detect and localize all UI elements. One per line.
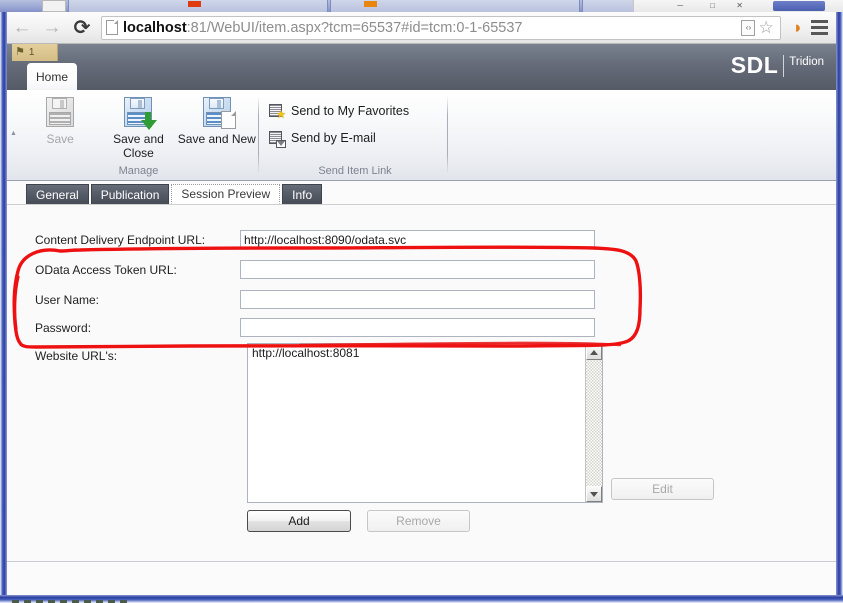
- user-name-input[interactable]: [240, 290, 595, 309]
- ribbon-group-separator: [447, 96, 448, 174]
- browser-toolbar: ← → ⟳ localhost:81/WebUI/item.aspx?tcm=6…: [7, 12, 836, 44]
- field-row-password: Password:: [35, 318, 605, 337]
- notification-flag-badge[interactable]: ⚑ 1: [12, 44, 58, 61]
- flag-icon: ⚑: [15, 46, 25, 58]
- content-delivery-endpoint-url-input[interactable]: [240, 230, 595, 249]
- send-by-email-label: Send by E-mail: [291, 131, 376, 145]
- chevron-up-icon: [590, 349, 598, 355]
- tab-general[interactable]: General: [26, 184, 89, 204]
- password-input[interactable]: [240, 318, 595, 337]
- brand-tridion: Tridion: [789, 55, 824, 68]
- ribbon-collapse-icon[interactable]: ▲: [10, 130, 17, 137]
- bottom-pane: [7, 561, 836, 595]
- save-and-new-button[interactable]: Save and New: [178, 94, 256, 146]
- bookmark-star-icon[interactable]: ☆: [758, 19, 773, 36]
- browser-menu-icon[interactable]: [811, 20, 828, 35]
- tab-session-preview[interactable]: Session Preview: [171, 184, 281, 204]
- tab-publication[interactable]: Publication: [90, 184, 170, 204]
- chevron-down-icon: [590, 491, 598, 497]
- ribbon-tab-home-label: Home: [35, 69, 68, 84]
- ribbon-group-send-item-link-label: Send Item Link: [318, 165, 392, 177]
- scroll-down-button[interactable]: [586, 486, 602, 502]
- website-urls-label-wrap: Website URL's:: [35, 347, 117, 365]
- field-row-odata-access-token-url: OData Access Token URL:: [35, 260, 605, 279]
- remove-button[interactable]: Remove: [367, 510, 470, 532]
- ribbon: ▲ Save Save and Close Save and New Manag…: [7, 90, 836, 181]
- url-path: :81/WebUI/item.aspx?tcm=65537#id=tcm:0-1…: [186, 19, 523, 36]
- tab-favicon-icon: [188, 1, 201, 7]
- scroll-up-button[interactable]: [586, 344, 602, 360]
- user-name-label: User Name:: [35, 292, 100, 307]
- tabstrip-partial-element: [42, 0, 66, 12]
- field-row-user-name: User Name:: [35, 290, 605, 309]
- website-urls-label: Website URL's:: [35, 349, 118, 363]
- save-and-new-button-label: Save and New: [177, 132, 256, 146]
- tab-general-label: General: [36, 187, 79, 202]
- floppy-disk-page-icon: [201, 96, 236, 129]
- odata-access-token-url-input[interactable]: [240, 260, 595, 279]
- browser-tabstrip-sliver: ─ □ ✕: [0, 0, 843, 12]
- remove-button-label: Remove: [396, 514, 441, 528]
- tab-publication-label: Publication: [100, 187, 160, 202]
- rss-feed-icon[interactable]: ◗: [793, 19, 803, 36]
- website-urls-listbox[interactable]: http://localhost:8081: [247, 343, 603, 503]
- content-delivery-endpoint-url-label: Content Delivery Endpoint URL:: [35, 232, 206, 247]
- list-item[interactable]: http://localhost:8081: [248, 344, 602, 362]
- ribbon-group-manage: Save Save and Close Save and New Manage: [21, 90, 256, 180]
- save-button[interactable]: Save: [21, 94, 99, 146]
- brand-divider: [783, 55, 785, 77]
- window-border-left: [0, 12, 7, 603]
- window-blue-button[interactable]: [773, 1, 825, 11]
- flag-count: 1: [28, 47, 35, 58]
- session-preview-panel: Content Delivery Endpoint URL: OData Acc…: [7, 205, 836, 561]
- field-row-content-delivery-endpoint-url: Content Delivery Endpoint URL:: [35, 230, 605, 249]
- forward-button[interactable]: →: [37, 13, 67, 43]
- send-to-my-favorites-button[interactable]: ★ Send to My Favorites: [265, 100, 413, 122]
- back-button[interactable]: ←: [7, 13, 37, 43]
- add-button[interactable]: Add: [247, 510, 351, 532]
- form-tabs: General Publication Session Preview Info: [7, 181, 836, 205]
- ribbon-group-manage-label: Manage: [118, 165, 159, 177]
- save-and-close-button[interactable]: Save and Close: [99, 94, 177, 160]
- view-source-icon[interactable]: ‹›: [741, 19, 756, 36]
- reload-button[interactable]: ⟳: [67, 13, 97, 43]
- save-and-close-button-label: Save and Close: [113, 132, 164, 160]
- add-button-label: Add: [288, 514, 310, 528]
- ribbon-group-send-item-link: ★ Send to My Favorites Send by E-mail Se…: [265, 90, 445, 180]
- url-host: localhost: [123, 19, 187, 36]
- edit-button-label: Edit: [652, 482, 673, 496]
- address-bar[interactable]: localhost:81/WebUI/item.aspx?tcm=65537#i…: [101, 15, 781, 40]
- window-border-right: [836, 12, 843, 603]
- floppy-disk-arrow-icon: [122, 96, 158, 130]
- tab-info-label: Info: [292, 187, 313, 202]
- send-by-email-button[interactable]: Send by E-mail: [265, 127, 380, 149]
- password-label: Password:: [35, 320, 92, 335]
- tab-favicon-icon: [364, 1, 377, 7]
- save-button-label: Save: [46, 132, 74, 146]
- app-header: ⚑ 1 Home SDL Tridion: [7, 44, 836, 90]
- listbox-scrollbar[interactable]: [585, 344, 602, 502]
- browser-window: ─ □ ✕ ← → ⟳ localhost:81/WebUI/item.aspx…: [0, 0, 843, 603]
- tab-info[interactable]: Info: [282, 184, 323, 204]
- ribbon-group-separator: [258, 96, 259, 174]
- ribbon-tab-home[interactable]: Home: [27, 63, 77, 90]
- floppy-disk-icon: [44, 96, 76, 128]
- brand-sdl: SDL: [730, 52, 779, 78]
- page-info-icon[interactable]: [106, 20, 118, 35]
- odata-access-token-url-label: OData Access Token URL:: [35, 262, 177, 277]
- card-star-icon: ★: [269, 103, 286, 120]
- send-to-my-favorites-label: Send to My Favorites: [291, 104, 410, 118]
- sdl-tridion-logo: SDL Tridion: [731, 54, 824, 77]
- card-envelope-icon: [269, 130, 286, 148]
- edit-button[interactable]: Edit: [611, 478, 714, 500]
- tab-session-preview-label: Session Preview: [181, 187, 271, 201]
